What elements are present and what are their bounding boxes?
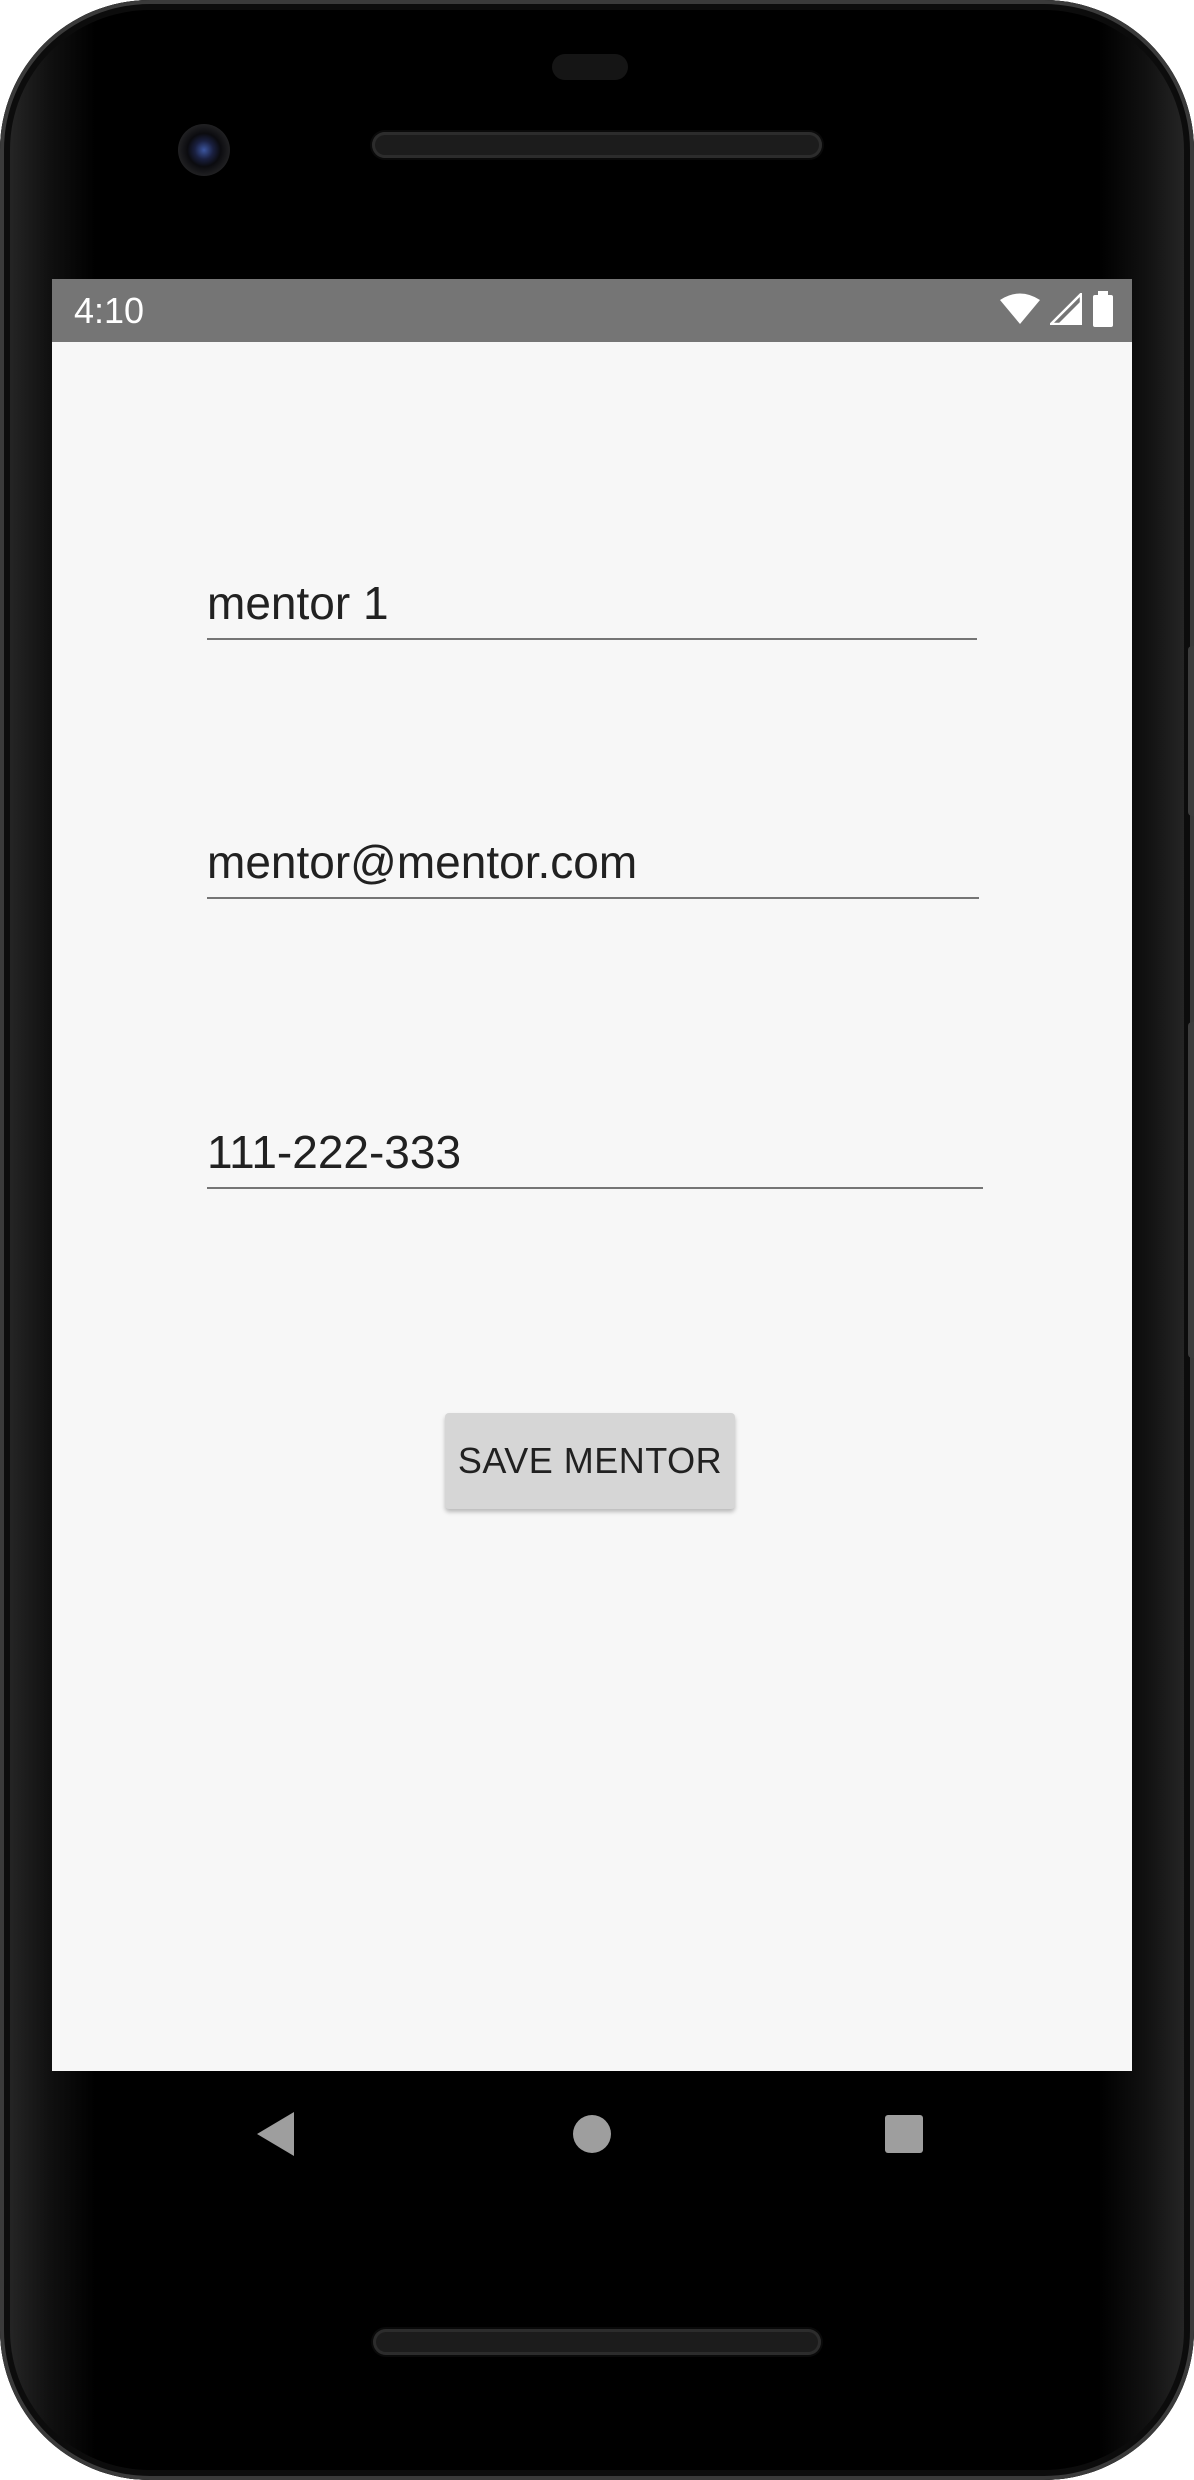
app-screen: 4:10 SAVE MENTOR	[52, 279, 1132, 2071]
mentor-name-input[interactable]	[207, 576, 977, 630]
mentor-phone-input[interactable]	[207, 1125, 983, 1179]
power-button	[1188, 646, 1194, 816]
earpiece-speaker	[372, 132, 822, 158]
mentor-name-field[interactable]	[207, 554, 977, 640]
mentor-email-field[interactable]	[207, 817, 979, 899]
back-button[interactable]	[216, 2071, 336, 2201]
volume-button	[1188, 1022, 1194, 1358]
cell-signal-icon	[1047, 290, 1083, 330]
save-mentor-button[interactable]: SAVE MENTOR	[445, 1413, 735, 1509]
status-icons	[1000, 290, 1114, 332]
recents-button[interactable]	[844, 2071, 964, 2201]
mentor-phone-field[interactable]	[207, 1105, 983, 1189]
back-icon	[256, 2111, 296, 2162]
status-bar: 4:10	[52, 279, 1132, 342]
navigation-bar	[52, 2071, 1132, 2201]
phone-frame: 4:10 SAVE MENTOR	[0, 0, 1194, 2480]
wifi-icon	[1000, 293, 1040, 330]
status-time: 4:10	[74, 290, 145, 331]
home-button[interactable]	[532, 2071, 652, 2201]
mentor-email-input[interactable]	[207, 835, 979, 889]
recents-icon	[884, 2114, 924, 2159]
front-camera	[178, 124, 230, 176]
bottom-speaker	[373, 2329, 821, 2355]
home-icon	[572, 2114, 612, 2159]
proximity-sensor	[552, 54, 628, 80]
battery-icon	[1092, 290, 1114, 332]
